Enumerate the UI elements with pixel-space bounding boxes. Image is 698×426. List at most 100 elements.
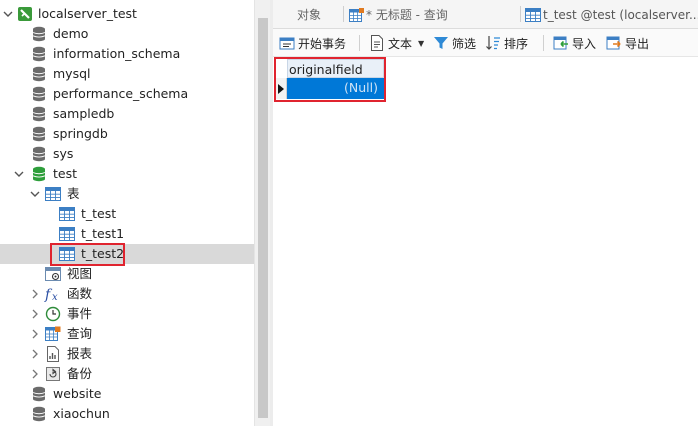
tab-bar: 对象 * 无标题 - 查询 t_test @test (localserver.… [273, 0, 698, 29]
tree-item-db-performance-schema[interactable]: performance_schema [0, 84, 254, 104]
tree-item-db-mysql[interactable]: mysql [0, 64, 254, 84]
tree-item-db-demo[interactable]: demo [0, 24, 254, 44]
connection-icon [16, 5, 34, 23]
tree-item-label: localserver_test [38, 6, 137, 21]
tree-item-label: 事件 [67, 306, 93, 321]
sort-label: 排序 [504, 36, 529, 51]
tree-item-functions-folder[interactable]: fx 函数 [0, 284, 254, 304]
filter-icon [433, 35, 449, 51]
tree-item-db-xiaochun[interactable]: xiaochun [0, 404, 254, 424]
tree-item-backups-folder[interactable]: 备份 [0, 364, 254, 384]
table-icon [58, 205, 76, 223]
chevron-right-icon[interactable] [30, 329, 40, 339]
tab-separator [520, 6, 521, 22]
tree-item-table-t-test2[interactable]: t_test2 [0, 244, 254, 264]
toolbar-separator [543, 35, 544, 51]
tree-item-views-folder[interactable]: 视图 [0, 264, 254, 284]
tab-label: t_test @test (localserver... [543, 7, 698, 22]
tree-item-db-springdb[interactable]: springdb [0, 124, 254, 144]
transaction-icon [279, 35, 295, 51]
begin-transaction-label: 开始事务 [298, 36, 347, 51]
row-indicator[interactable] [275, 78, 287, 99]
tree-item-label: 视图 [67, 266, 93, 281]
table-icon [58, 245, 76, 263]
tree-item-label: t_test2 [81, 246, 125, 261]
tree-item-label: t_test1 [81, 226, 125, 241]
import-label: 导入 [572, 36, 597, 51]
tree-item-label: 报表 [67, 346, 93, 361]
chevron-right-icon[interactable] [30, 349, 40, 359]
text-button[interactable]: 文本 ▼ [369, 33, 424, 53]
tree-item-label: information_schema [53, 46, 181, 61]
backup-icon [44, 365, 62, 383]
database-icon [30, 385, 48, 403]
filter-button[interactable]: 筛选 [433, 33, 476, 53]
column-header-originalfield[interactable]: originalfield [287, 59, 384, 78]
database-icon [30, 125, 48, 143]
sidebar-scrollbar[interactable] [254, 0, 270, 426]
tree-item-label: test [53, 166, 78, 181]
chevron-down-icon[interactable] [30, 189, 40, 199]
tab-separator [343, 6, 344, 22]
table-icon [58, 225, 76, 243]
database-icon [30, 145, 48, 163]
begin-transaction-button[interactable]: 开始事务 [279, 33, 346, 53]
chevron-down-icon[interactable] [14, 169, 24, 179]
toolbar-separator [359, 35, 360, 51]
main-panel: 对象 * 无标题 - 查询 t_test @test (localserver.… [273, 0, 698, 426]
tree-item-label: mysql [53, 66, 91, 81]
text-label: 文本 [388, 36, 413, 51]
clock-icon [44, 305, 62, 323]
chevron-right-icon[interactable] [30, 369, 40, 379]
chevron-right-icon[interactable] [30, 289, 40, 299]
tree-item-db-information-schema[interactable]: information_schema [0, 44, 254, 64]
tree-item-label: 查询 [67, 326, 93, 341]
tree-item-connection[interactable]: localserver_test [0, 4, 254, 24]
import-button[interactable]: 导入 [553, 33, 596, 53]
query-icon [44, 325, 62, 343]
tree-item-db-test[interactable]: test [0, 164, 254, 184]
tree-item-label: performance_schema [53, 86, 189, 101]
tree-item-events-folder[interactable]: 事件 [0, 304, 254, 324]
tree-item-db-sys[interactable]: sys [0, 144, 254, 164]
tab-label: * 无标题 - 查询 [366, 8, 448, 22]
export-button[interactable]: 导出 [606, 33, 649, 53]
dropdown-arrow-icon[interactable]: ▼ [418, 39, 424, 48]
chevron-right-icon[interactable] [30, 309, 40, 319]
import-icon [553, 35, 569, 51]
tab-label: 对象 [297, 8, 322, 22]
tab-untitled-query[interactable]: * 无标题 - 查询 [349, 0, 519, 29]
tree-item-label: springdb [53, 126, 108, 141]
export-label: 导出 [625, 36, 650, 51]
tree-item-label: sys [53, 146, 74, 161]
query-tab-icon [349, 7, 365, 23]
tree-item-table-t-test[interactable]: t_test [0, 204, 254, 224]
tree-item-label: 函数 [67, 286, 93, 301]
tree-item-label: website [53, 386, 102, 401]
database-icon [30, 85, 48, 103]
table-icon [44, 185, 62, 203]
svg-text:x: x [52, 292, 58, 302]
report-icon [44, 345, 62, 363]
tree-item-db-website[interactable]: website [0, 384, 254, 404]
tree-item-tables-folder[interactable]: 表 [0, 184, 254, 204]
database-icon [30, 405, 48, 423]
database-icon [30, 45, 48, 63]
toolbar: 开始事务 文本 ▼ 筛选 排序 导入 导出 [273, 29, 698, 57]
tree-item-queries-folder[interactable]: 查询 [0, 324, 254, 344]
database-icon [30, 25, 48, 43]
filter-label: 筛选 [452, 36, 477, 51]
navigation-tree: localserver_test demo information_schema… [0, 0, 254, 426]
database-icon [30, 105, 48, 123]
tab-table[interactable]: t_test @test (localserver... [525, 0, 698, 29]
tree-item-db-sampledb[interactable]: sampledb [0, 104, 254, 124]
tree-item-reports-folder[interactable]: 报表 [0, 344, 254, 364]
grid-cell-selected[interactable]: (Null) [287, 78, 384, 99]
data-grid[interactable]: originalfield (Null) [273, 57, 698, 426]
tree-item-table-t-test1[interactable]: t_test1 [0, 224, 254, 244]
sidebar-scroll-thumb[interactable] [258, 18, 268, 418]
sort-button[interactable]: 排序 [485, 33, 528, 53]
tab-objects[interactable]: 对象 [297, 0, 357, 29]
database-icon [30, 65, 48, 83]
chevron-down-icon[interactable] [3, 9, 13, 19]
